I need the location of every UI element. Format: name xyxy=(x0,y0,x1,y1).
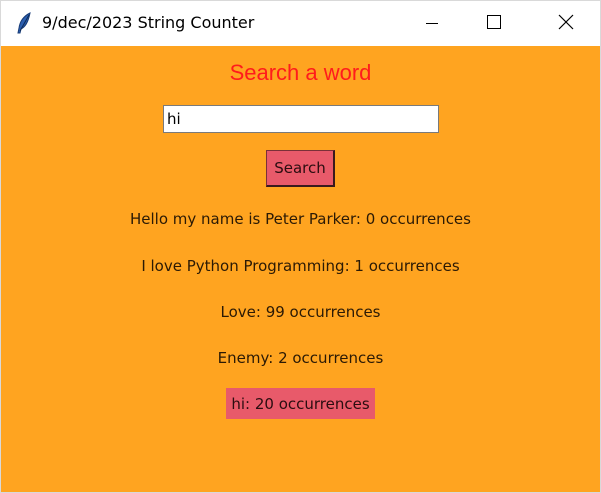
close-button[interactable] xyxy=(543,1,589,46)
title-bar[interactable]: 9/dec/2023 String Counter xyxy=(1,1,600,46)
main-panel: Search a word Search Hello my name is Pe… xyxy=(1,46,600,492)
result-item: Hello my name is Peter Parker: 0 occurre… xyxy=(130,210,471,228)
search-button[interactable]: Search xyxy=(266,150,335,187)
result-item: Love: 99 occurrences xyxy=(220,303,381,321)
app-window: 9/dec/2023 String Counter Search a word … xyxy=(0,0,601,493)
close-icon xyxy=(558,14,574,34)
maximize-icon xyxy=(486,14,502,34)
search-input[interactable] xyxy=(163,105,439,133)
feather-icon xyxy=(15,12,33,34)
window-title: 9/dec/2023 String Counter xyxy=(42,13,255,32)
highlighted-result: hi: 20 occurrences xyxy=(226,388,375,419)
minimize-button[interactable] xyxy=(409,1,455,46)
maximize-button[interactable] xyxy=(471,1,517,46)
page-title: Search a word xyxy=(229,60,372,85)
highlighted-result-row: hi: 20 occurrences xyxy=(1,388,600,419)
result-item: Enemy: 2 occurrences xyxy=(217,349,384,367)
result-item: I love Python Programming: 1 occurrences xyxy=(141,257,460,275)
minimize-icon xyxy=(426,14,438,33)
